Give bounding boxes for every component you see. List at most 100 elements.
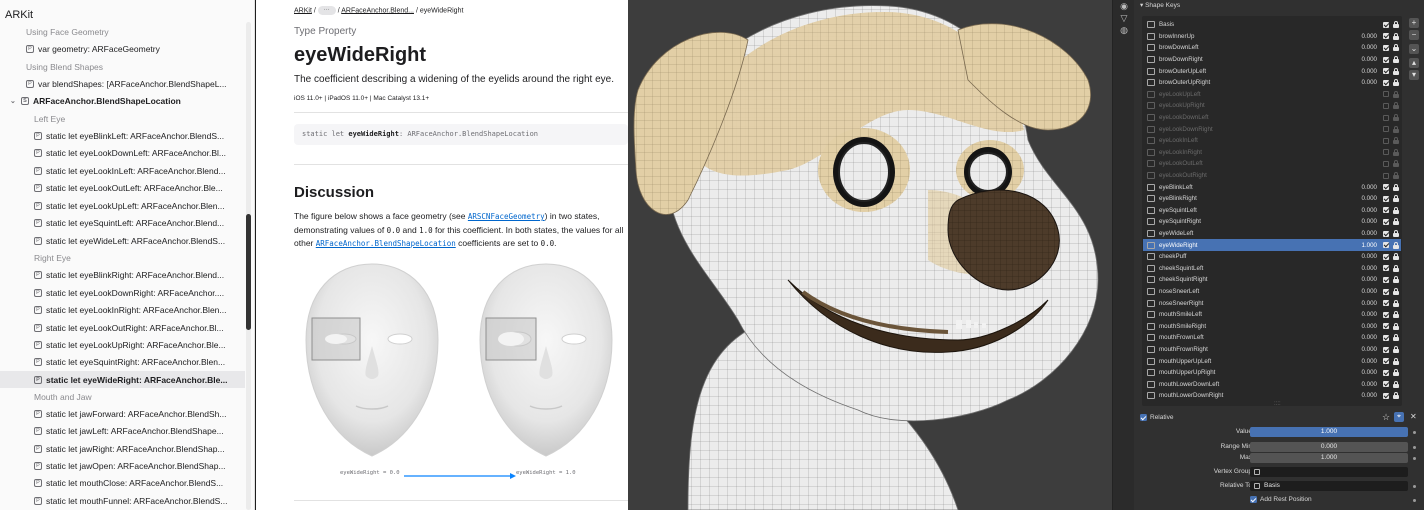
keyframe-dot-icon[interactable] [1413, 446, 1416, 449]
lock-icon[interactable] [1393, 230, 1399, 238]
shape-key-value[interactable]: 0.000 [1309, 253, 1383, 260]
shape-key-row[interactable]: mouthSmileRight 0.000 [1143, 321, 1401, 333]
shape-key-name[interactable]: eyeBlinkLeft [1159, 184, 1309, 191]
range-min-field[interactable]: 0.000 [1250, 442, 1408, 452]
shape-key-value[interactable]: 0.000 [1309, 184, 1383, 191]
mute-checkbox[interactable] [1383, 102, 1389, 109]
add-shape-key-button[interactable]: + [1409, 18, 1419, 28]
shape-key-row[interactable]: eyeWideRight 1.000 [1143, 239, 1401, 251]
sidebar-item[interactable]: Pstatic let jawRight: ARFaceAnchor.Blend… [0, 440, 245, 457]
lock-icon[interactable] [1393, 322, 1399, 330]
sidebar-item[interactable]: Pstatic let eyeSquintLeft: ARFaceAnchor.… [0, 214, 245, 231]
shape-key-value[interactable]: 0.000 [1309, 207, 1383, 214]
sidebar-item[interactable]: Pstatic let mouthClose: ARFaceAnchor.Ble… [0, 474, 245, 491]
shape-key-name[interactable]: mouthLowerDownLeft [1159, 381, 1309, 388]
dog-head-mesh[interactable] [628, 0, 1112, 510]
keyframe-dot-icon[interactable] [1413, 457, 1416, 460]
lock-icon[interactable] [1393, 195, 1399, 203]
sidebar-item[interactable]: Pstatic let eyeBlinkLeft: ARFaceAnchor.B… [0, 127, 245, 144]
clear-icon[interactable]: ✕ [1410, 412, 1417, 421]
shape-key-value[interactable]: 0.000 [1309, 230, 1383, 237]
shape-key-row[interactable]: eyeWideLeft 0.000 [1143, 228, 1401, 240]
shape-key-name[interactable]: eyeLookInRight [1159, 149, 1309, 156]
shape-key-row[interactable]: mouthSmileLeft 0.000 [1143, 309, 1401, 321]
blendshapelocation-link[interactable]: ARFaceAnchor.BlendShapeLocation [316, 239, 456, 248]
shape-key-row[interactable]: noseSneerLeft 0.000 [1143, 286, 1401, 298]
sidebar-item[interactable]: Pvar blendShapes: [ARFaceAnchor.BlendSha… [0, 75, 245, 92]
mute-checkbox[interactable] [1383, 184, 1389, 191]
mute-checkbox[interactable] [1383, 56, 1389, 63]
shape-key-row[interactable]: browDownLeft 0.000 [1143, 42, 1401, 54]
shape-key-row[interactable]: eyeSquintLeft 0.000 [1143, 205, 1401, 217]
mute-checkbox[interactable] [1383, 311, 1389, 318]
relative-to-field[interactable]: Basis [1250, 481, 1408, 491]
vertex-group-field[interactable] [1250, 467, 1408, 477]
shape-keys-header[interactable]: ▾ Shape Keys [1140, 1, 1180, 9]
mute-checkbox[interactable] [1383, 160, 1389, 167]
shape-key-name[interactable]: cheekSquintLeft [1159, 265, 1309, 272]
lock-icon[interactable] [1393, 183, 1399, 191]
sidebar-title[interactable]: ARKit [5, 9, 33, 21]
mute-checkbox[interactable] [1383, 79, 1389, 86]
shape-key-row[interactable]: mouthLowerDownLeft 0.000 [1143, 379, 1401, 391]
shape-key-name[interactable]: browOuterUpRight [1159, 79, 1309, 86]
arscnfacegeometry-link[interactable]: ARSCNFaceGeometry [468, 212, 545, 221]
shape-key-name[interactable]: eyeLookOutRight [1159, 172, 1309, 179]
keyframe-dot-icon[interactable] [1413, 485, 1416, 488]
lock-icon[interactable] [1393, 346, 1399, 354]
shape-key-value[interactable]: 0.000 [1309, 392, 1383, 399]
sidebar-item[interactable]: Pstatic let eyeLookUpLeft: ARFaceAnchor.… [0, 197, 245, 214]
shape-key-value[interactable]: 0.000 [1309, 265, 1383, 272]
shape-key-row[interactable]: browDownRight 0.000 [1143, 54, 1401, 66]
shape-key-row[interactable]: eyeLookDownRight [1143, 123, 1401, 135]
sidebar-scrollbar-thumb[interactable] [246, 214, 251, 330]
move-up-button[interactable]: ▴ [1409, 58, 1419, 68]
shape-key-name[interactable]: mouthFrownRight [1159, 346, 1309, 353]
mute-checkbox[interactable] [1383, 68, 1389, 75]
shape-key-name[interactable]: eyeLookInLeft [1159, 137, 1309, 144]
shape-key-value[interactable]: 0.000 [1309, 300, 1383, 307]
shape-key-value[interactable]: 0.000 [1309, 218, 1383, 225]
mute-checkbox[interactable] [1383, 126, 1389, 133]
shape-key-row[interactable]: mouthFrownRight 0.000 [1143, 344, 1401, 356]
scene-tab-icon[interactable]: ◉ [1118, 0, 1130, 12]
shape-key-name[interactable]: mouthUpperUpRight [1159, 369, 1309, 376]
sidebar-item[interactable]: Pstatic let mouthFunnel: ARFaceAnchor.Bl… [0, 492, 245, 509]
lock-icon[interactable] [1393, 114, 1399, 122]
lock-icon[interactable] [1393, 357, 1399, 365]
keyframe-dot-icon[interactable] [1413, 431, 1416, 434]
shape-key-row[interactable]: eyeLookUpLeft [1143, 89, 1401, 101]
shape-key-row[interactable]: Basis [1143, 19, 1401, 31]
mute-checkbox[interactable] [1383, 288, 1389, 295]
shape-key-name[interactable]: noseSneerRight [1159, 300, 1309, 307]
shape-key-name[interactable]: mouthSmileLeft [1159, 311, 1309, 318]
shape-key-name[interactable]: eyeLookDownLeft [1159, 114, 1309, 121]
lock-icon[interactable] [1393, 276, 1399, 284]
mute-checkbox[interactable] [1383, 381, 1389, 388]
shape-key-row[interactable]: cheekSquintLeft 0.000 [1143, 263, 1401, 275]
sidebar-group-item[interactable]: ⌄ S ARFaceAnchor.BlendShapeLocation [0, 92, 245, 109]
mute-checkbox[interactable] [1383, 300, 1389, 307]
value-slider[interactable]: 1.000 [1250, 427, 1408, 437]
lock-icon[interactable] [1393, 79, 1399, 87]
mute-checkbox[interactable] [1383, 358, 1389, 365]
sidebar-item[interactable]: Pstatic let jawForward: ARFaceAnchor.Ble… [0, 405, 245, 422]
breadcrumb-arkit[interactable]: ARKit [294, 7, 312, 14]
keyframe-dot-icon[interactable] [1413, 499, 1416, 502]
mute-checkbox[interactable] [1383, 323, 1389, 330]
shape-key-row[interactable]: mouthLowerDownRight 0.000 [1143, 390, 1401, 402]
remove-shape-key-button[interactable]: − [1409, 30, 1419, 40]
mute-checkbox[interactable] [1383, 21, 1389, 28]
shape-key-name[interactable]: eyeWideLeft [1159, 230, 1309, 237]
sidebar-item[interactable]: Pstatic let eyeSquintRight: ARFaceAnchor… [0, 353, 245, 370]
lock-icon[interactable] [1393, 172, 1399, 180]
lock-icon[interactable] [1393, 392, 1399, 400]
shape-key-value[interactable]: 1.000 [1309, 242, 1383, 249]
sidebar-item[interactable]: Pstatic let eyeWideRight: ARFaceAnchor.B… [0, 371, 245, 388]
mute-checkbox[interactable] [1383, 392, 1389, 399]
shape-key-name[interactable]: cheekSquintRight [1159, 276, 1309, 283]
shape-key-row[interactable]: eyeBlinkRight 0.000 [1143, 193, 1401, 205]
shape-key-row[interactable]: browInnerUp 0.000 [1143, 31, 1401, 43]
lock-icon[interactable] [1393, 44, 1399, 52]
shape-key-value[interactable]: 0.000 [1309, 346, 1383, 353]
